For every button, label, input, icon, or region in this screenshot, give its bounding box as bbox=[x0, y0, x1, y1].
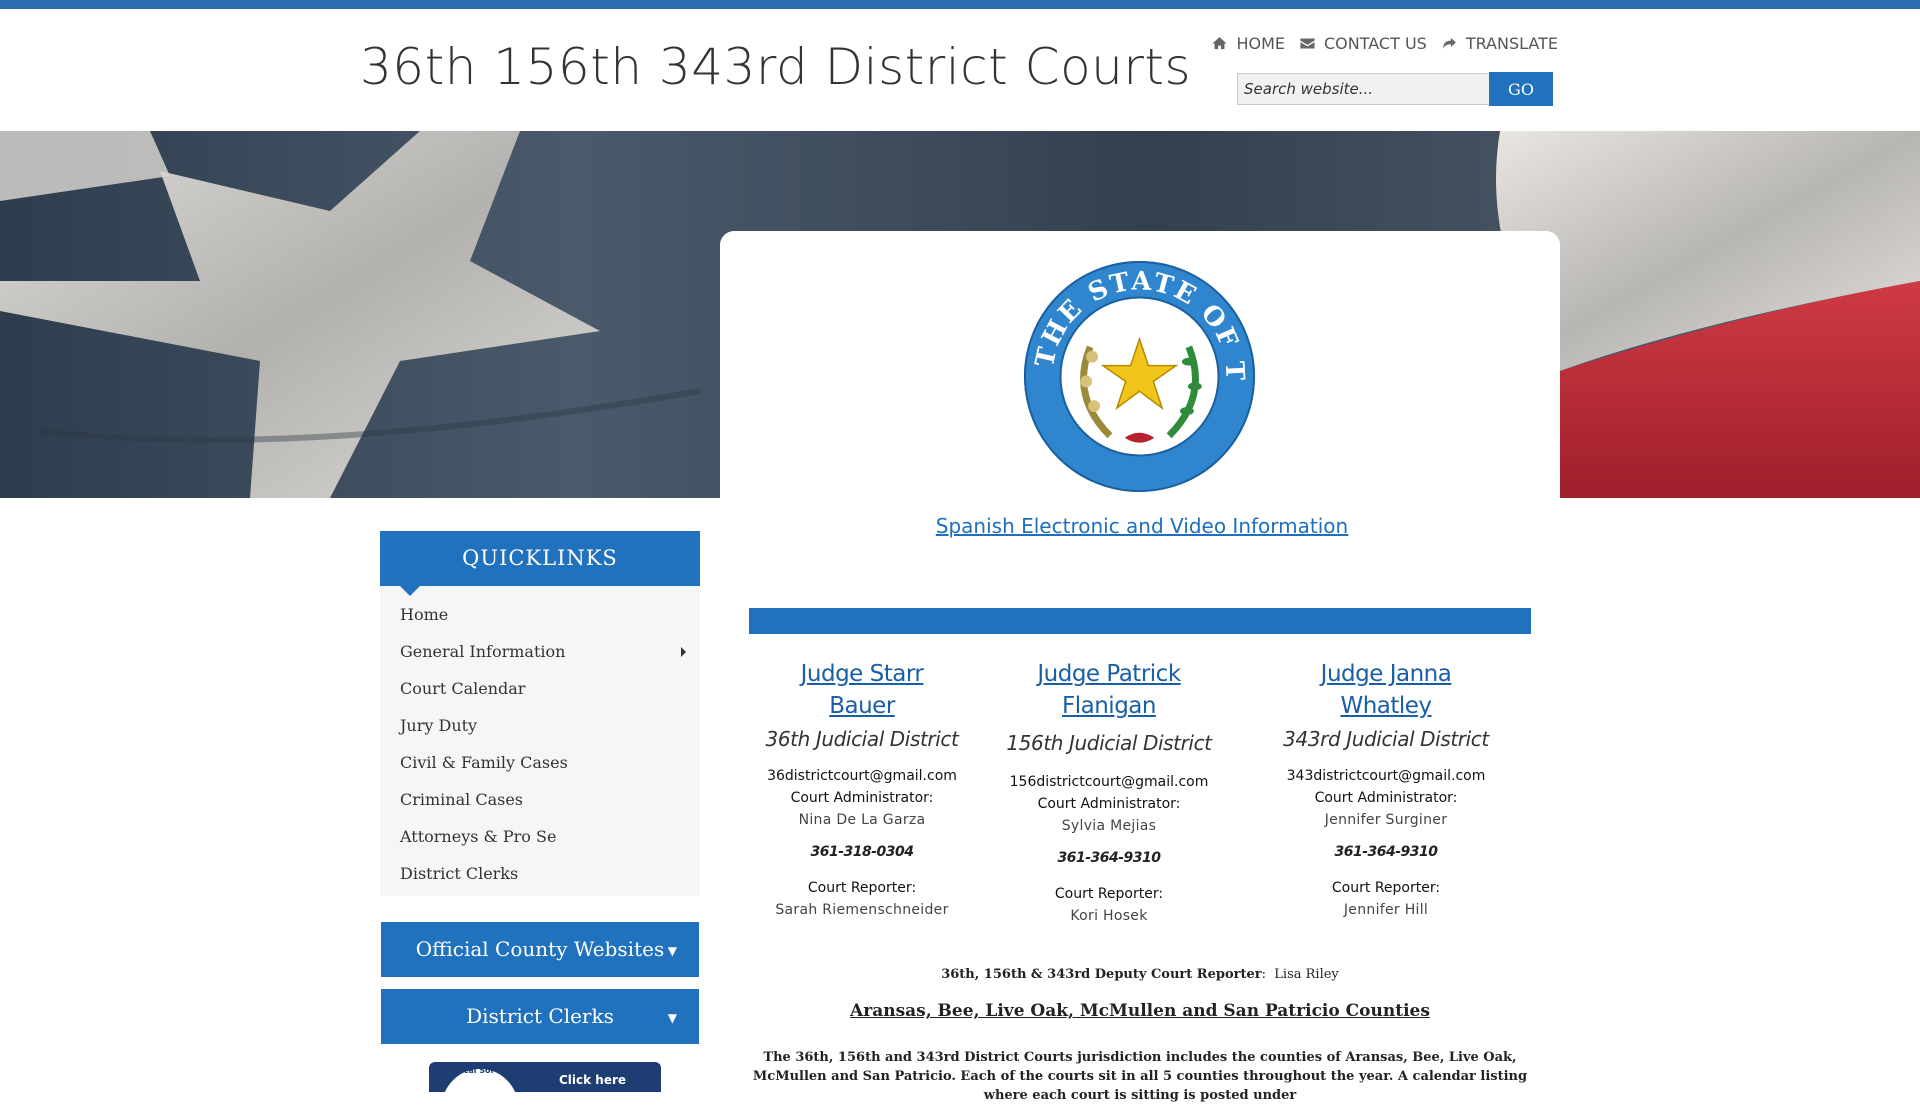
nav-home-label: HOME bbox=[1236, 34, 1285, 53]
district-clerks-dropdown[interactable]: District Clerks ▼ bbox=[381, 989, 699, 1044]
search-go-button[interactable]: GO bbox=[1489, 72, 1553, 106]
deputy-label: 36th, 156th & 343rd Deputy Court Reporte… bbox=[941, 967, 1262, 982]
judge-name-line2: Bauer bbox=[829, 693, 895, 719]
quicklink-criminal-cases[interactable]: Criminal Cases bbox=[380, 781, 700, 818]
judge-card-343rd: Judge Janna Whatley 343rd Judicial Distri… bbox=[1276, 658, 1496, 918]
quicklink-label: Court Calendar bbox=[400, 679, 526, 698]
judge-phone: 361-364-9310 bbox=[1334, 844, 1438, 860]
judge-name-link[interactable]: Judge Patrick Flanigan bbox=[1004, 658, 1214, 722]
jurisdiction-text: The 36th, 156th and 343rd District Court… bbox=[752, 1050, 1528, 1103]
quicklink-label: District Clerks bbox=[400, 864, 519, 883]
judge-name-line1: Judge Janna bbox=[1320, 661, 1452, 687]
home-icon bbox=[1212, 37, 1228, 50]
quicklinks-menu: Home General Information Court Calendar … bbox=[380, 586, 700, 896]
quicklink-civil-family-cases[interactable]: Civil & Family Cases bbox=[380, 744, 700, 781]
judge-card-36th: Judge Starr Bauer 36th Judicial District … bbox=[762, 658, 962, 918]
chevron-down-icon: ▼ bbox=[667, 1011, 677, 1025]
caret-right-icon bbox=[681, 647, 686, 657]
nav-home[interactable]: HOME bbox=[1211, 34, 1285, 53]
quicklink-label: Civil & Family Cases bbox=[400, 753, 568, 772]
quicklink-label: Jury Duty bbox=[400, 716, 478, 735]
judge-name-line1: Judge Patrick bbox=[1037, 661, 1181, 687]
nav-contact-label: CONTACT US bbox=[1323, 34, 1427, 53]
quicklink-district-clerks[interactable]: District Clerks bbox=[380, 855, 700, 892]
court-reporter-label: Court Reporter: bbox=[807, 880, 917, 896]
nav-translate[interactable]: TRANSLATE bbox=[1441, 34, 1558, 53]
court-administrator-name: Nina De La Garza bbox=[798, 812, 926, 828]
dropdown-label: District Clerks bbox=[466, 1004, 614, 1028]
court-reporter-label: Court Reporter: bbox=[1331, 880, 1441, 896]
judge-name-line1: Judge Starr bbox=[800, 661, 924, 687]
search-form: GO bbox=[1237, 72, 1553, 106]
judge-email: 36districtcourt@gmail.com bbox=[767, 768, 957, 784]
quicklink-attorneys-pro-se[interactable]: Attorneys & Pro Se bbox=[380, 818, 700, 855]
quicklink-home[interactable]: Home bbox=[380, 596, 700, 633]
dropdown-label: Official County Websites bbox=[415, 937, 665, 961]
share-icon bbox=[1442, 37, 1456, 49]
quicklink-jury-duty[interactable]: Jury Duty bbox=[380, 707, 700, 744]
top-accent-bar bbox=[0, 0, 1920, 9]
deputy-court-reporter: 36th, 156th & 343rd Deputy Court Reporte… bbox=[941, 967, 1339, 982]
judge-name-link[interactable]: Judge Janna Whatley bbox=[1276, 658, 1496, 722]
search-input[interactable] bbox=[1237, 73, 1489, 105]
badge-circle-text: Local Sol bbox=[453, 1066, 494, 1075]
spanish-info-link[interactable]: Spanish Electronic and Video Information bbox=[720, 514, 1564, 538]
court-reporter-name: Sarah Riemenschneider bbox=[775, 902, 949, 918]
nav-translate-label: TRANSLATE bbox=[1465, 34, 1558, 53]
court-administrator-name: Sylvia Mejias bbox=[1061, 818, 1157, 834]
court-administrator-label: Court Administrator: bbox=[1037, 796, 1181, 812]
court-administrator-name: Jennifer Surginer bbox=[1324, 812, 1448, 828]
court-administrator-label: Court Administrator: bbox=[1314, 790, 1458, 806]
judge-phone: 361-364-9310 bbox=[1057, 850, 1161, 866]
top-navigation: HOME CONTACT US TRANSLATE bbox=[1211, 34, 1558, 53]
quicklink-label: General Information bbox=[400, 642, 566, 661]
court-reporter-name: Jennifer Hill bbox=[1343, 902, 1429, 918]
judge-name-link[interactable]: Judge Starr Bauer bbox=[762, 658, 962, 722]
court-administrator-label: Court Administrator: bbox=[790, 790, 934, 806]
badge-text: Click here bbox=[559, 1073, 627, 1087]
counties-heading: Aransas, Bee, Live Oak, McMullen and San… bbox=[850, 1001, 1430, 1021]
sidebar: QUICKLINKS Home General Information Cour… bbox=[380, 531, 700, 1044]
judge-email: 343districtcourt@gmail.com bbox=[1286, 768, 1486, 784]
judge-name-line2: Flanigan bbox=[1062, 693, 1156, 719]
judge-phone: 361-318-0304 bbox=[810, 844, 914, 860]
judge-district: 36th Judicial District bbox=[765, 727, 959, 751]
envelope-icon bbox=[1300, 38, 1315, 49]
official-county-websites-dropdown[interactable]: Official County Websites ▼ bbox=[381, 922, 699, 977]
deputy-name: Lisa Riley bbox=[1274, 967, 1339, 982]
site-title[interactable]: 36th 156th 343rd District Courts bbox=[360, 38, 1191, 96]
court-reporter-name: Kori Hosek bbox=[1070, 908, 1148, 924]
judge-name-line2: Whatley bbox=[1340, 693, 1432, 719]
nav-contact-us[interactable]: CONTACT US bbox=[1299, 34, 1427, 53]
chevron-down-icon: ▼ bbox=[667, 944, 677, 958]
quicklinks-header: QUICKLINKS bbox=[380, 531, 700, 596]
quicklink-general-information[interactable]: General Information bbox=[380, 633, 700, 670]
click-here-badge[interactable]: Local Sol Click here bbox=[429, 1062, 661, 1092]
section-divider-bar bbox=[749, 608, 1531, 634]
texas-state-seal-image: THE STATE OF TEXAS bbox=[1021, 258, 1258, 495]
quicklink-court-calendar[interactable]: Court Calendar bbox=[380, 670, 700, 707]
judge-card-156th: Judge Patrick Flanigan 156th Judicial Dis… bbox=[1004, 658, 1214, 924]
judge-district: 156th Judicial District bbox=[1006, 731, 1212, 755]
quicklink-label: Criminal Cases bbox=[400, 790, 524, 809]
judge-district: 343rd Judicial District bbox=[1283, 727, 1489, 751]
court-reporter-label: Court Reporter: bbox=[1054, 886, 1164, 902]
quicklink-label: Home bbox=[400, 605, 449, 624]
quicklink-label: Attorneys & Pro Se bbox=[400, 827, 557, 846]
judge-email: 156districtcourt@gmail.com bbox=[1009, 774, 1209, 790]
